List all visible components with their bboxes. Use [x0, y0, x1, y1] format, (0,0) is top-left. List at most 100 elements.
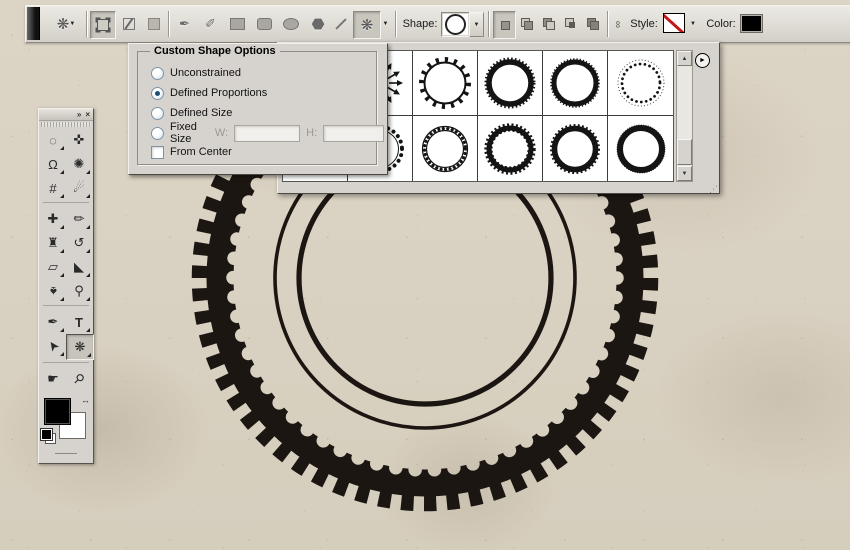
shape-picker-dropdown[interactable]: ▼	[469, 12, 484, 37]
tool-clone-stamp[interactable]: ♜	[40, 231, 66, 255]
scrollbar-thumb[interactable]	[677, 139, 692, 165]
rectangle-tool-button[interactable]	[225, 11, 249, 37]
custom-shape-tool-icon: ❋	[57, 15, 70, 33]
scroll-up-button[interactable]: ▲	[677, 51, 692, 66]
tool-type[interactable]: T	[66, 310, 92, 334]
shape-thumb-toothed-ring-fine[interactable]	[543, 51, 608, 116]
tool-blur[interactable]: ♠	[40, 279, 66, 303]
tool-elliptical-marquee[interactable]: ◌	[40, 128, 66, 152]
tool-dodge[interactable]: ⚲	[66, 279, 92, 303]
radio-unconstrained[interactable]	[151, 67, 164, 80]
create-new-shape-layer-button[interactable]	[493, 11, 516, 39]
rounded-rectangle-tool-button[interactable]	[252, 11, 276, 37]
paint-bucket-icon: ◣	[74, 259, 84, 275]
separator	[86, 11, 88, 37]
link-style-icon[interactable]: ∞	[612, 11, 624, 37]
line-tool-button[interactable]	[331, 11, 351, 37]
subtract-shape-icon	[543, 18, 555, 30]
width-field[interactable]	[234, 125, 300, 142]
tool-zoom[interactable]: ⚲	[66, 367, 92, 391]
option-fixed-size[interactable]: Fixed Size W: H:	[151, 126, 373, 140]
polygon-icon: ⬣	[311, 15, 324, 33]
pen-icon: ✒	[48, 314, 59, 330]
tool-lasso[interactable]: Ω	[40, 152, 66, 176]
tool-paint-bucket[interactable]: ◣	[66, 255, 92, 279]
tool-eraser[interactable]: ▱	[40, 255, 66, 279]
color-swatch-button[interactable]	[740, 14, 763, 33]
palette-title-bar[interactable]: » ×	[39, 109, 93, 121]
scroll-down-button[interactable]: ▼	[677, 166, 692, 181]
custom-shape-options-panel: Custom Shape Options Unconstrained Defin…	[128, 43, 388, 175]
option-defined-proportions[interactable]: Defined Proportions	[151, 86, 267, 100]
shape-thumb-beaded-chain-circle[interactable]	[413, 116, 478, 181]
exclude-overlapping-shape-areas-button[interactable]	[582, 11, 603, 37]
tool-eyedropper[interactable]: ☄	[66, 176, 92, 200]
color-label: Color:	[703, 11, 739, 37]
ellipse-tool-button[interactable]	[279, 11, 303, 37]
shape-thumb-sun-seal-circle[interactable]	[413, 51, 478, 116]
panel-title: Custom Shape Options	[150, 45, 280, 57]
shape-thumb-toothed-ring[interactable]	[478, 51, 543, 116]
tool-pen[interactable]: ✒	[40, 310, 66, 334]
shape-preview-button[interactable]	[441, 12, 470, 37]
shape-thumb-plain-ring[interactable]	[608, 116, 673, 181]
option-from-center[interactable]: From Center	[151, 145, 232, 159]
palette-footer	[39, 447, 93, 459]
options-bar-grip[interactable]	[27, 7, 40, 40]
collapse-icon[interactable]: »	[77, 111, 81, 119]
tool-brush[interactable]: ✏	[66, 207, 92, 231]
add-to-shape-area-button[interactable]	[516, 11, 537, 37]
mode-shape-layers-button[interactable]	[90, 11, 116, 39]
tool-crop[interactable]: #	[40, 176, 66, 200]
resize-grip-icon[interactable]: ⋰	[709, 184, 718, 195]
pen-tool-button[interactable]: ✒	[172, 11, 197, 37]
shape-grid-scrollbar[interactable]: ▲ ▼	[676, 50, 693, 182]
radio-defined-size[interactable]	[151, 107, 164, 120]
mode-fill-pixels-button[interactable]	[143, 11, 165, 37]
from-center-checkbox[interactable]	[151, 146, 164, 159]
color-wells: ↔	[39, 395, 93, 447]
intersect-shape-icon	[565, 18, 577, 30]
tool-move[interactable]: ✜	[66, 128, 92, 152]
subtract-from-shape-area-button[interactable]	[538, 11, 559, 37]
picker-menu-button[interactable]: ►	[695, 53, 710, 68]
default-colors-icon[interactable]	[41, 429, 57, 445]
swap-colors-icon[interactable]: ↔	[81, 395, 90, 405]
style-dropdown[interactable]: ▼	[687, 11, 699, 37]
style-swatch-button[interactable]	[663, 13, 685, 33]
option-label: Defined Size	[170, 107, 232, 119]
ellipse-icon	[283, 18, 299, 30]
chevron-down-icon: ▼	[69, 21, 75, 27]
tool-custom-shape[interactable]: ❋	[66, 334, 94, 360]
option-defined-size[interactable]: Defined Size	[151, 106, 232, 120]
shape-tools-dropdown[interactable]: ▼	[380, 11, 391, 37]
tool-healing-brush[interactable]: ✚	[40, 207, 66, 231]
tool-palette: » × ◌ ✜ Ω ✺ # ☄ ✚ ✏ ♜ ↺ ▱ ◣ ♠ ⚲ ✒ T ➤ ❋ …	[38, 108, 94, 464]
tool-history-brush[interactable]: ↺	[66, 231, 92, 255]
radio-fixed-size[interactable]	[151, 127, 164, 140]
shape-thumb-stars-dotted-circle[interactable]	[608, 51, 673, 116]
palette-drag-grip[interactable]	[41, 122, 91, 127]
foreground-color-swatch	[740, 14, 763, 33]
scroll-down-icon: ▼	[682, 171, 688, 177]
shape-thumb-gear-ring-heavy[interactable]	[478, 116, 543, 181]
freeform-pen-tool-button[interactable]: ✐	[198, 11, 223, 37]
polygon-tool-button[interactable]: ⬣	[306, 11, 330, 37]
shape-thumb-gear-ring[interactable]	[543, 116, 608, 181]
custom-shape-tool-button[interactable]: ❋	[353, 11, 381, 39]
option-unconstrained[interactable]: Unconstrained	[151, 66, 241, 80]
radio-defined-proportions[interactable]	[151, 87, 164, 100]
photoshop-workspace: ❋ ▼ ✒ ✐ ⬣ ❋ ▼ Shape: ▼ ∞ Style: ▼ Co	[0, 0, 850, 550]
tool-path-selection[interactable]: ➤	[40, 334, 66, 358]
mode-paths-button[interactable]	[117, 11, 141, 37]
foreground-color-swatch[interactable]	[44, 398, 71, 425]
add-shape-icon	[521, 18, 533, 30]
height-label: H:	[306, 127, 317, 139]
tool-preset-picker[interactable]: ❋ ▼	[48, 11, 84, 37]
tool-magic-wand[interactable]: ✺	[66, 152, 92, 176]
intersect-shape-areas-button[interactable]	[560, 11, 581, 37]
magic-wand-icon: ✺	[74, 156, 85, 172]
tool-hand[interactable]: ☛	[40, 367, 66, 391]
height-field[interactable]	[323, 125, 384, 142]
close-icon[interactable]: ×	[85, 111, 90, 119]
